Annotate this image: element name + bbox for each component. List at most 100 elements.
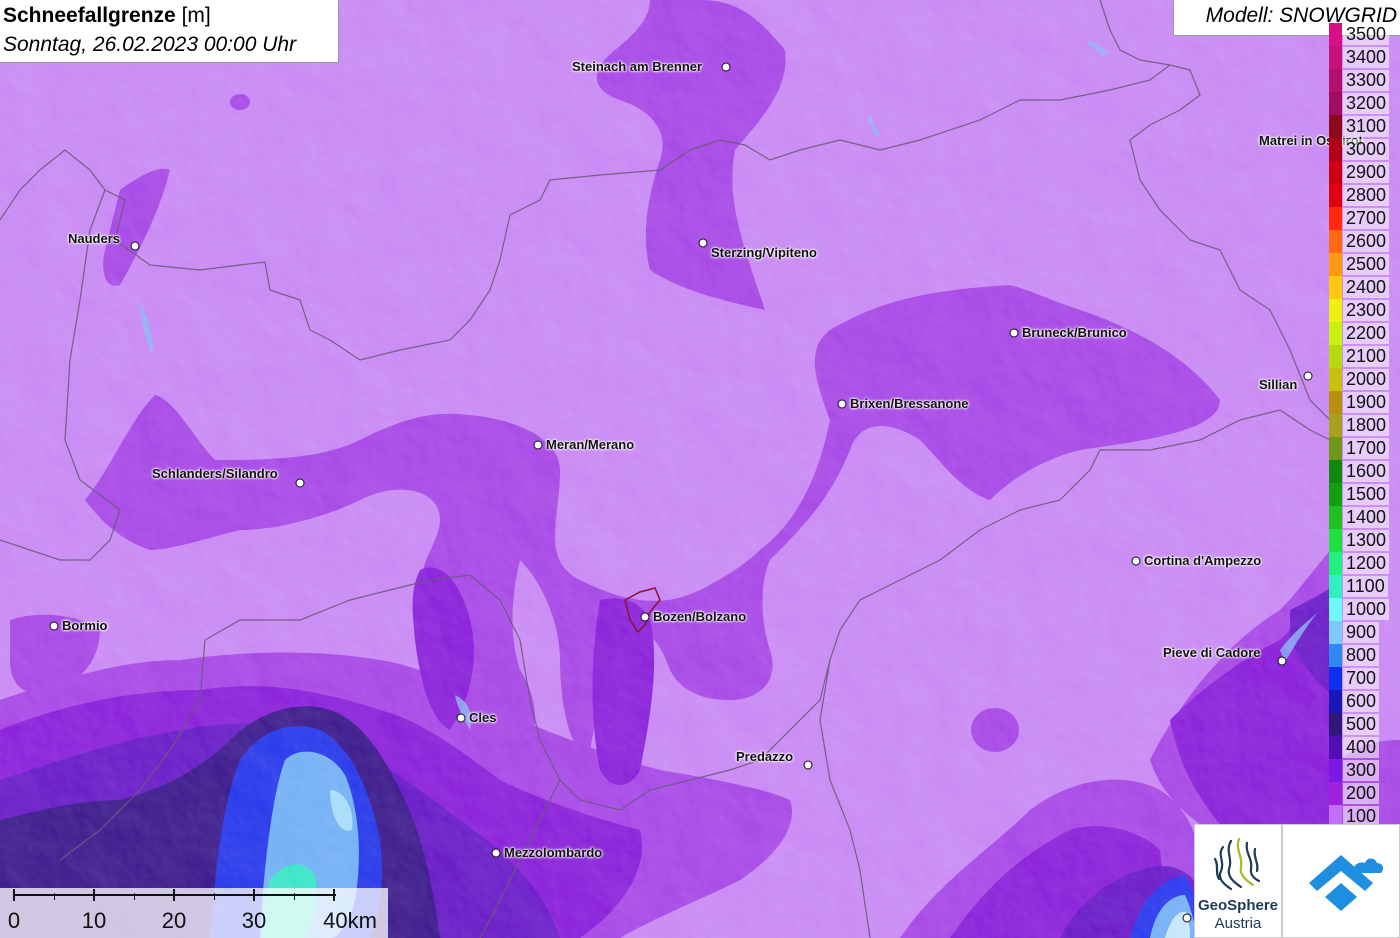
legend-row: 1000 [1329, 598, 1400, 621]
legend-row: 3200 [1329, 92, 1400, 115]
scale-minor-tick [214, 893, 215, 900]
city-label-bruneck: Bruneck/Brunico [1022, 325, 1127, 340]
city-dot-sterzing[interactable] [698, 238, 708, 248]
legend-swatch [1329, 368, 1342, 391]
legend-swatch [1329, 161, 1342, 184]
scale-tick [173, 889, 175, 901]
legend-swatch [1329, 621, 1342, 644]
legend-swatch [1329, 46, 1342, 69]
legend-row: 1100 [1329, 575, 1400, 598]
city-dot-unlabeled[interactable] [1182, 913, 1192, 923]
city-label-steinach: Steinach am Brenner [572, 59, 703, 74]
city-label-brixen: Brixen/Bressanone [850, 396, 969, 411]
partner-logo[interactable] [1282, 824, 1400, 938]
geosphere-emblem-icon [1213, 837, 1261, 891]
legend-label: 700 [1343, 668, 1380, 689]
legend-label: 2300 [1343, 300, 1390, 321]
map-title-unit: [m] [175, 4, 211, 27]
city-dot-steinach[interactable] [721, 62, 731, 72]
legend-label: 2000 [1343, 369, 1390, 390]
city-dot-bozen[interactable] [640, 612, 650, 622]
title-panel: Schneefallgrenze [m] Sonntag, 26.02.2023… [0, 0, 339, 63]
city-dot-sillian[interactable] [1303, 371, 1313, 381]
city-label-mezzolombardo: Mezzolombardo [504, 845, 603, 860]
city-dot-pieve[interactable] [1277, 656, 1287, 666]
legend-swatch [1329, 391, 1342, 414]
scale-minor-tick [54, 893, 55, 900]
city-dot-schlanders[interactable] [295, 478, 305, 488]
legend-label: 2800 [1343, 185, 1390, 206]
city-dot-bruneck[interactable] [1009, 328, 1019, 338]
legend-row: 3300 [1329, 69, 1400, 92]
legend-label: 2600 [1343, 231, 1390, 252]
legend-row: 2800 [1329, 184, 1400, 207]
city-dot-mezzolombardo[interactable] [491, 848, 501, 858]
scale-label: 30 [241, 908, 267, 933]
legend-row: 200 [1329, 782, 1400, 805]
city-dot-cles[interactable] [456, 713, 466, 723]
legend-label: 3300 [1343, 70, 1390, 91]
legend-row: 900 [1329, 621, 1400, 644]
geosphere-logo[interactable]: GeoSphere Austria [1194, 824, 1282, 938]
city-label-bormio: Bormio [62, 618, 108, 633]
legend-swatch [1329, 460, 1342, 483]
legend-row: 2500 [1329, 253, 1400, 276]
legend-label: 200 [1343, 783, 1380, 804]
legend-label: 900 [1343, 622, 1380, 643]
legend-label: 1400 [1343, 507, 1390, 528]
geosphere-name: GeoSphere [1197, 897, 1279, 914]
scale-label: 40km [323, 908, 377, 933]
legend-swatch [1329, 736, 1342, 759]
legend-row: 1400 [1329, 506, 1400, 529]
city-label-schlanders: Schlanders/Silandro [152, 466, 278, 481]
legend-swatch [1329, 115, 1342, 138]
city-label-sterzing: Sterzing/Vipiteno [711, 245, 817, 260]
legend-label: 1800 [1343, 415, 1390, 436]
scale-line [14, 894, 336, 896]
legend-row: 1700 [1329, 437, 1400, 460]
city-label-cles: Cles [469, 710, 497, 725]
legend-swatch [1329, 253, 1342, 276]
legend-swatch [1329, 552, 1342, 575]
scale-minor-tick [294, 893, 295, 900]
city-dot-brixen[interactable] [837, 399, 847, 409]
city-dot-cortina[interactable] [1131, 556, 1141, 566]
city-dot-predazzo[interactable] [803, 760, 813, 770]
legend-label: 2100 [1343, 346, 1390, 367]
legend-swatch [1329, 483, 1342, 506]
legend-row: 1200 [1329, 552, 1400, 575]
legend-swatch [1329, 69, 1342, 92]
legend-label: 500 [1343, 714, 1380, 735]
legend-label: 300 [1343, 760, 1380, 781]
scale-label: 0 [7, 908, 21, 933]
legend-label-partial: 3500 [1343, 24, 1390, 45]
legend-row: 1800 [1329, 414, 1400, 437]
scale-label: 20 [161, 908, 187, 933]
scale-tick [333, 889, 335, 901]
legend-swatch [1329, 667, 1342, 690]
legend-row-partial: 3500 [1329, 23, 1400, 46]
scale-tick [13, 889, 15, 901]
city-label-cortina: Cortina d'Ampezzo [1144, 553, 1262, 568]
legend-label: 1700 [1343, 438, 1390, 459]
legend-row: 2600 [1329, 230, 1400, 253]
city-dot-nauders[interactable] [130, 241, 140, 251]
legend-row: 2000 [1329, 368, 1400, 391]
legend-row: 1600 [1329, 460, 1400, 483]
legend-row: 400 [1329, 736, 1400, 759]
legend-row: 2900 [1329, 161, 1400, 184]
legend-label: 1500 [1343, 484, 1390, 505]
legend-label: 1000 [1343, 599, 1390, 620]
legend-row: 2700 [1329, 207, 1400, 230]
city-dot-bormio[interactable] [49, 621, 59, 631]
legend-label: 2400 [1343, 277, 1390, 298]
legend-swatch [1329, 759, 1342, 782]
legend-label: 2500 [1343, 254, 1390, 275]
legend-label: 3400 [1343, 47, 1390, 68]
city-dot-meran[interactable] [533, 440, 543, 450]
city-label-pieve: Pieve di Cadore [1163, 645, 1261, 660]
legend-swatch [1329, 23, 1342, 46]
legend-row: 3100 [1329, 115, 1400, 138]
legend-label: 3200 [1343, 93, 1390, 114]
scale-tick [253, 889, 255, 901]
